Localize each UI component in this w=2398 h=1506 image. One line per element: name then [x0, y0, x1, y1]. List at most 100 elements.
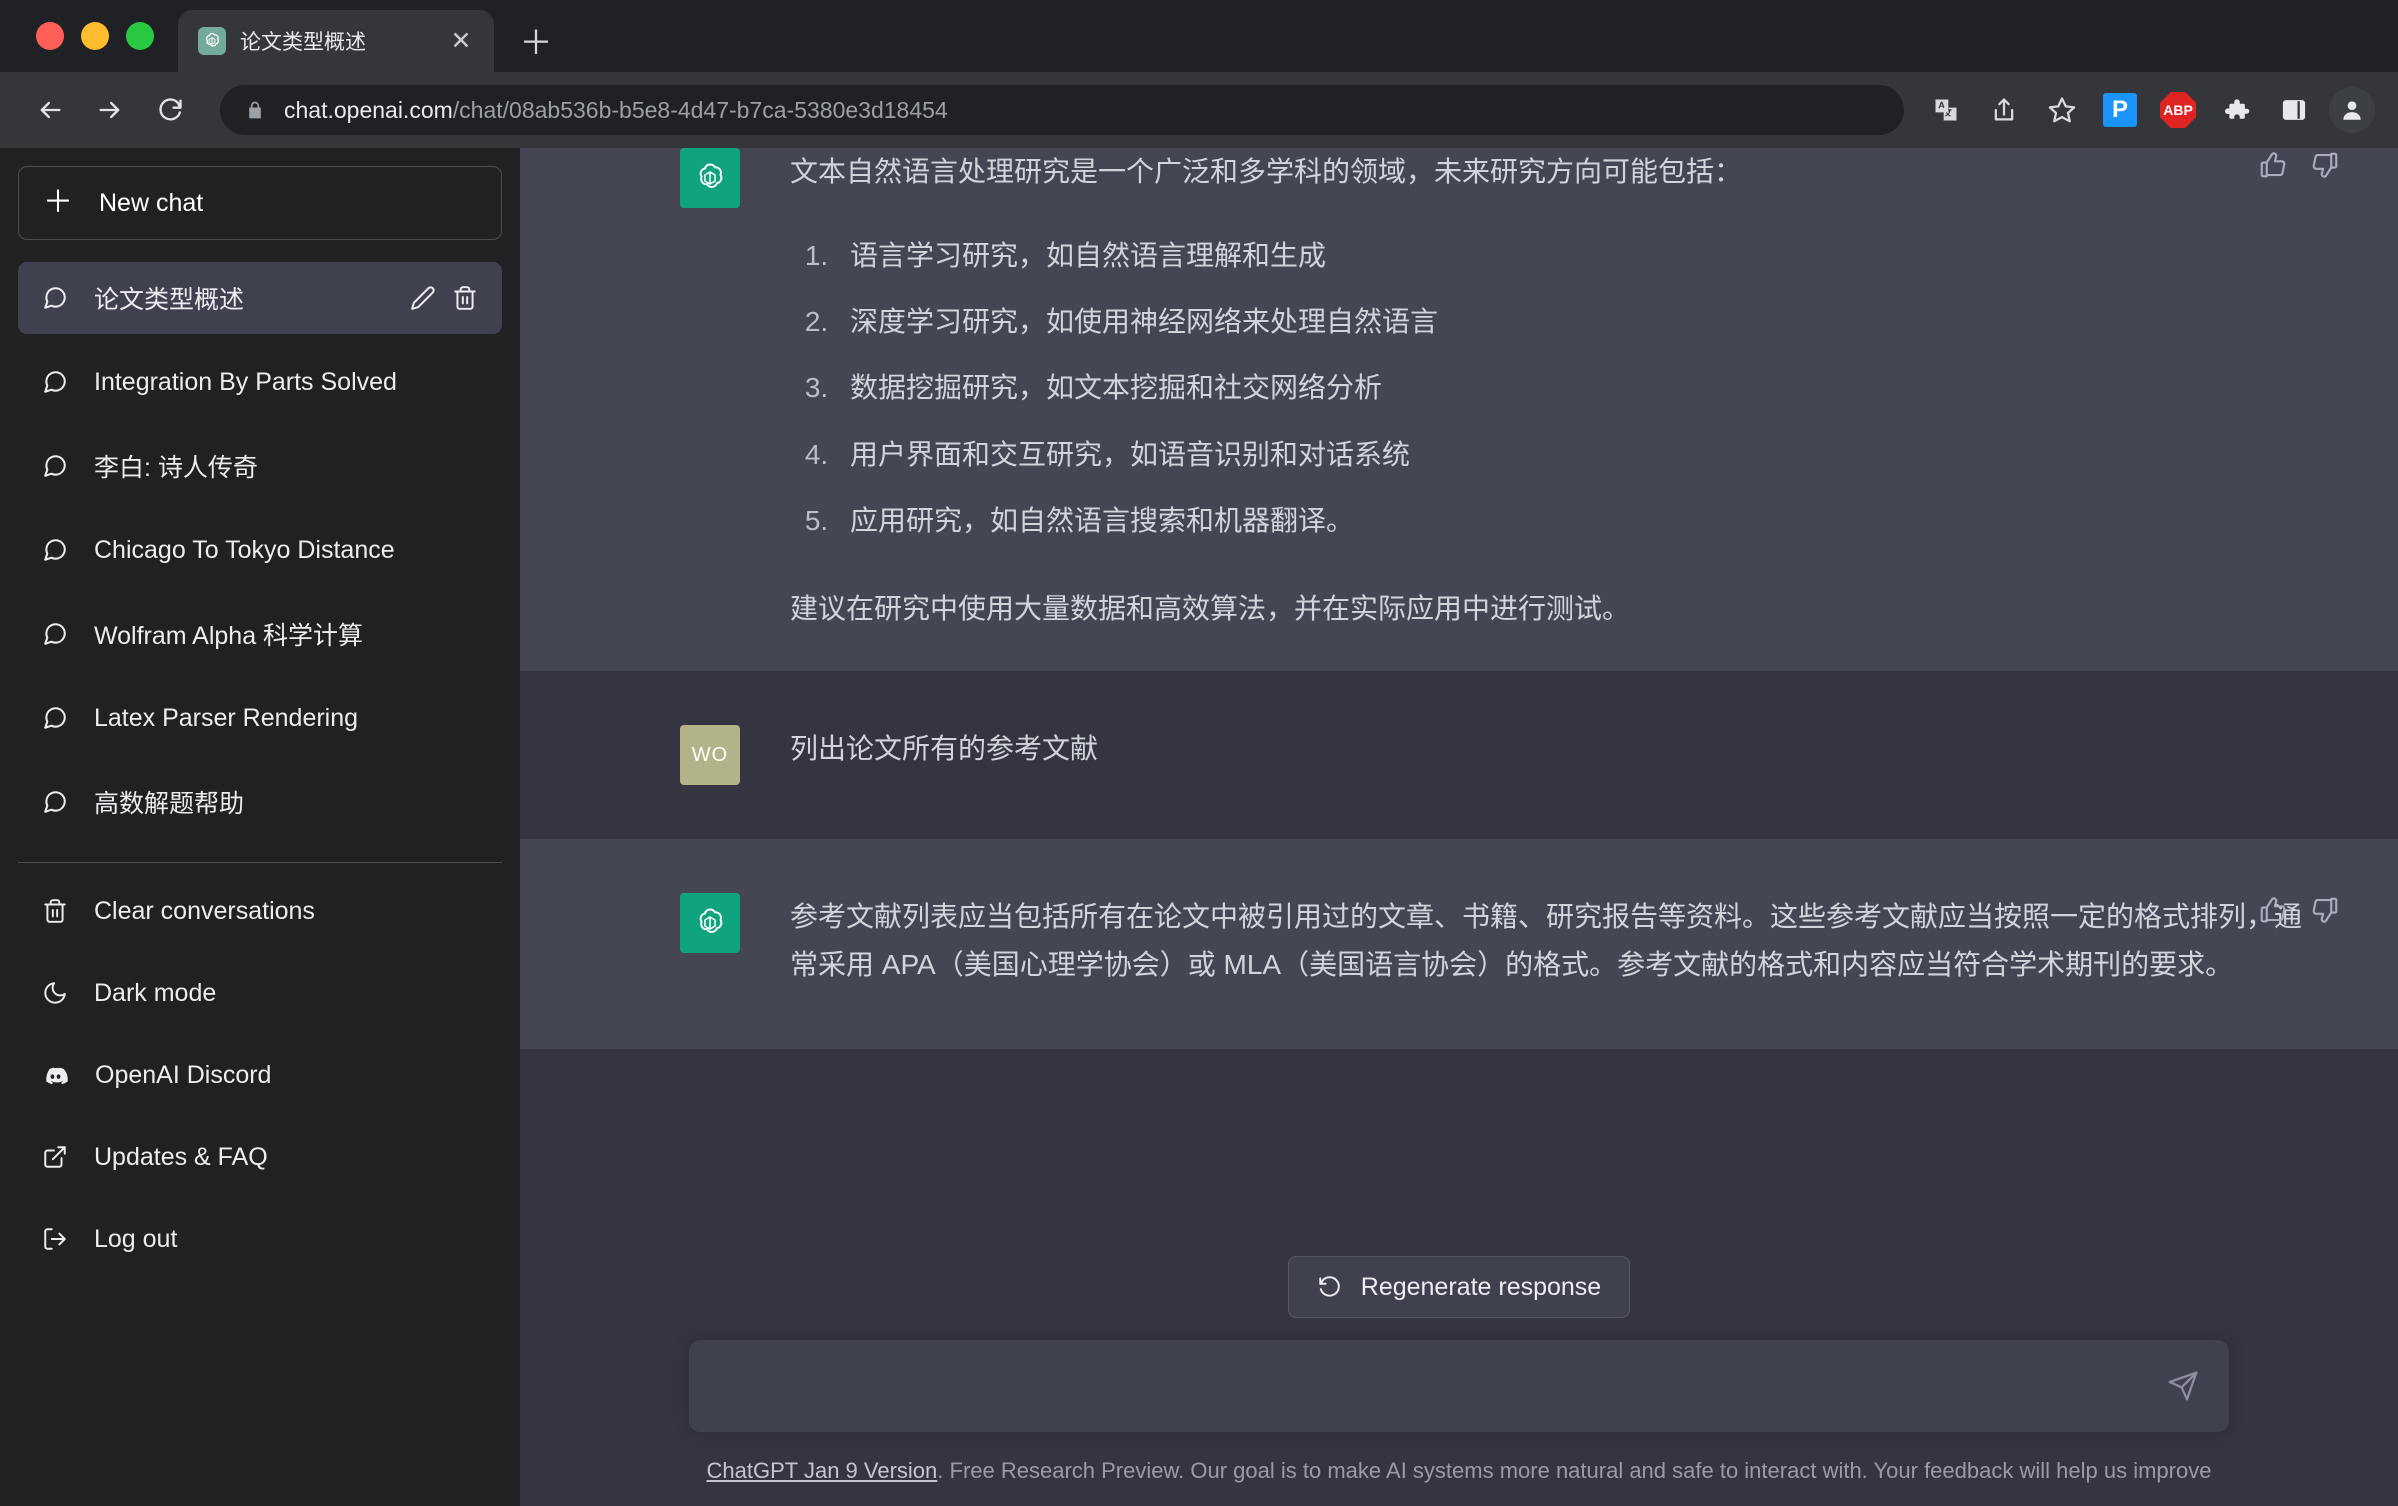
sidebar-item-chat-6[interactable]: 高数解题帮助 [18, 766, 502, 838]
openai-logo-icon [680, 893, 740, 953]
lock-icon [242, 97, 268, 123]
sidebar-item-label: Dark mode [94, 979, 216, 1008]
sidebar-item-clear-conversations[interactable]: Clear conversations [18, 875, 502, 947]
send-icon[interactable] [2161, 1364, 2205, 1408]
sidebar-item-label: 李白: 诗人传奇 [94, 448, 478, 484]
toolbar-icon-group: P ABP [1922, 86, 2376, 134]
close-window-button[interactable] [36, 22, 64, 50]
sidebar-item-chat-0[interactable]: 论文类型概述 [18, 262, 502, 334]
list-item: 用户界面和交互研究，如语音识别和对话系统 [836, 431, 2318, 479]
version-link[interactable]: ChatGPT Jan 9 Version [707, 1458, 938, 1483]
thumbs-down-icon[interactable] [2310, 895, 2340, 925]
logout-icon [42, 1226, 68, 1252]
trash-icon [42, 898, 68, 924]
list-item: 应用研究，如自然语言搜索和机器翻译。 [836, 497, 2318, 545]
input-row [520, 1340, 2398, 1432]
share-icon[interactable] [1980, 86, 2028, 134]
sidebar-toggle-icon[interactable] [2270, 86, 2318, 134]
footer-disclaimer: ChatGPT Jan 9 Version. Free Research Pre… [520, 1432, 2398, 1506]
translate-icon[interactable] [1922, 86, 1970, 134]
sidebar-item-chat-5[interactable]: Latex Parser Rendering [18, 682, 502, 754]
regenerate-label: Regenerate response [1361, 1273, 1601, 1302]
chat-bubble-icon [42, 621, 68, 647]
chat-bubble-icon [42, 789, 68, 815]
new-chat-label: New chat [99, 189, 203, 218]
sidebar-item-updates-faq[interactable]: Updates & FAQ [18, 1121, 502, 1193]
avatar: WO [680, 725, 740, 785]
pencil-icon[interactable] [410, 285, 436, 311]
back-arrow-icon[interactable] [22, 82, 78, 138]
reload-icon[interactable] [142, 82, 198, 138]
browser-toolbar: chat.openai.com/chat/08ab536b-b5e8-4d47-… [0, 72, 2398, 148]
chat-bubble-icon [42, 453, 68, 479]
list-item: 深度学习研究，如使用神经网络来处理自然语言 [836, 298, 2318, 346]
browser-tab[interactable]: 论文类型概述 ✕ [178, 10, 494, 72]
tab-strip: 论文类型概述 ✕ ＋ [0, 0, 2398, 72]
list-item: 数据挖掘研究，如文本挖掘和社交网络分析 [836, 364, 2318, 412]
new-chat-button[interactable]: ＋ New chat [18, 166, 502, 240]
discord-icon [42, 1062, 69, 1089]
moon-icon [42, 980, 68, 1006]
trash-icon[interactable] [452, 285, 478, 311]
profile-avatar-icon[interactable] [2328, 86, 2376, 134]
thumbs-down-icon[interactable] [2310, 150, 2340, 180]
regenerate-response-button[interactable]: Regenerate response [1288, 1256, 1630, 1318]
openai-logo-icon [680, 148, 740, 208]
message-body: 列出论文所有的参考文献 [790, 725, 2318, 785]
sidebar-item-chat-2[interactable]: 李白: 诗人传奇 [18, 430, 502, 502]
sidebar-item-dark-mode[interactable]: Dark mode [18, 957, 502, 1029]
plus-icon[interactable]: ＋ [512, 16, 560, 64]
assistant-message-text: 参考文献列表应当包括所有在论文中被引用过的文章、书籍、研究报告等资料。这些参考文… [790, 893, 2318, 989]
user-message: WO 列出论文所有的参考文献 [520, 671, 2398, 839]
conversation-list: 论文类型概述 Integration By Parts Solv [18, 262, 502, 838]
assistant-list: 语言学习研究，如自然语言理解和生成 深度学习研究，如使用神经网络来处理自然语言 … [790, 232, 2318, 545]
chat-bubble-icon [42, 705, 68, 731]
sidebar-item-openai-discord[interactable]: OpenAI Discord [18, 1039, 502, 1111]
address-bar[interactable]: chat.openai.com/chat/08ab536b-b5e8-4d47-… [220, 85, 1904, 135]
address-bar-text: chat.openai.com/chat/08ab536b-b5e8-4d47-… [284, 97, 948, 124]
sidebar-item-chat-1[interactable]: Integration By Parts Solved [18, 346, 502, 418]
sidebar-item-chat-4[interactable]: Wolfram Alpha 科学计算 [18, 598, 502, 670]
pocket-extension-icon[interactable]: P [2096, 86, 2144, 134]
chat-bubble-icon [42, 285, 68, 311]
bookmark-star-icon[interactable] [2038, 86, 2086, 134]
maximize-window-button[interactable] [126, 22, 154, 50]
message-feedback-controls [2258, 895, 2340, 925]
chat-bubble-icon [42, 369, 68, 395]
assistant-message: 参考文献列表应当包括所有在论文中被引用过的文章、书籍、研究报告等资料。这些参考文… [520, 839, 2398, 1049]
sidebar: ＋ New chat 论文类型概述 [0, 148, 520, 1506]
adblock-plus-extension-icon[interactable]: ABP [2154, 86, 2202, 134]
sidebar-item-log-out[interactable]: Log out [18, 1203, 502, 1275]
message-input-container[interactable] [689, 1340, 2229, 1432]
url-domain: chat.openai.com [284, 97, 453, 123]
browser-window: 论文类型概述 ✕ ＋ chat.openai.com/chat/08ab536b… [0, 0, 2398, 1506]
assistant-message: 文本自然语言处理研究是一个广泛和多学科的领域，未来研究方向可能包括： 语言学习研… [520, 148, 2398, 671]
close-icon[interactable]: ✕ [444, 24, 478, 58]
forward-arrow-icon[interactable] [82, 82, 138, 138]
message-input[interactable] [719, 1356, 2171, 1416]
plus-icon: ＋ [43, 188, 73, 218]
minimize-window-button[interactable] [81, 22, 109, 50]
assistant-outro: 建议在研究中使用大量数据和高效算法，并在实际应用中进行测试。 [790, 585, 2318, 633]
tab-title: 论文类型概述 [240, 26, 430, 56]
extensions-puzzle-icon[interactable] [2212, 86, 2260, 134]
user-message-text: 列出论文所有的参考文献 [790, 725, 2318, 773]
external-link-icon [42, 1144, 68, 1170]
thumbs-up-icon[interactable] [2258, 150, 2288, 180]
composer: Regenerate response ChatGPT Jan 9 Versio… [520, 1222, 2398, 1506]
thumbs-up-icon[interactable] [2258, 895, 2288, 925]
sidebar-item-chat-3[interactable]: Chicago To Tokyo Distance [18, 514, 502, 586]
sidebar-divider [18, 862, 502, 863]
list-item: 语言学习研究，如自然语言理解和生成 [836, 232, 2318, 280]
sidebar-item-label: Integration By Parts Solved [94, 368, 478, 397]
avatar [2329, 87, 2375, 133]
sidebar-item-label: 高数解题帮助 [94, 784, 478, 820]
sidebar-item-label: 论文类型概述 [94, 280, 384, 316]
message-feedback-controls [2258, 150, 2340, 180]
refresh-icon [1317, 1274, 1343, 1300]
pocket-label: P [2103, 93, 2137, 127]
openai-logo-icon [198, 27, 226, 55]
user-avatar-initials: WO [692, 744, 728, 767]
chatgpt-app: ＋ New chat 论文类型概述 [0, 148, 2398, 1506]
sidebar-item-label: OpenAI Discord [95, 1061, 271, 1090]
